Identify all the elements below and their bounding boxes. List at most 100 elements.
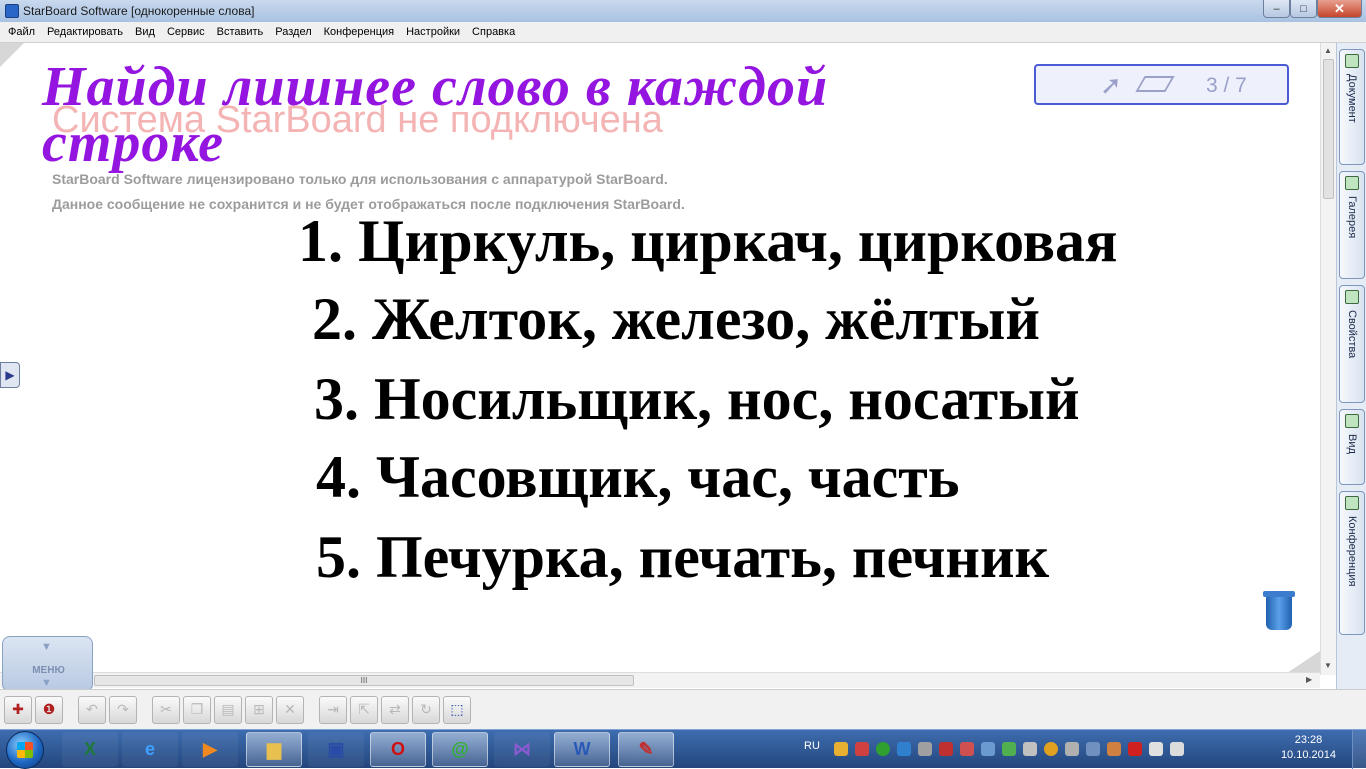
- word-line-4[interactable]: 4. Часовщик, час, часть: [316, 447, 960, 507]
- word-line-3[interactable]: 3. Носильщик, нос, носатый: [314, 369, 1080, 429]
- language-indicator[interactable]: RU: [804, 740, 820, 752]
- taskbar-word[interactable]: W: [554, 732, 610, 767]
- scroll-right-icon[interactable]: ▶: [1306, 675, 1312, 684]
- folder-tray-icon[interactable]: [1107, 742, 1121, 756]
- word-line-1[interactable]: 1. Циркуль, циркач, цирковая: [298, 211, 1118, 271]
- mail-agent-tray-icon[interactable]: [876, 742, 890, 756]
- flag-icon[interactable]: [960, 742, 974, 756]
- horizontal-scroll-thumb[interactable]: III: [94, 675, 634, 686]
- page-indicator[interactable]: ➚ 3 / 7: [1034, 64, 1289, 105]
- horizontal-scrollbar[interactable]: ◀ III ▶: [0, 672, 1320, 688]
- shield-icon[interactable]: [834, 742, 848, 756]
- sync-icon[interactable]: [981, 742, 995, 756]
- redo-button[interactable]: ↷: [109, 695, 137, 724]
- word-icon: W: [573, 739, 591, 759]
- starboard-icon: ✎: [638, 739, 654, 759]
- printer-icon[interactable]: [1086, 742, 1100, 756]
- scroll-up-icon[interactable]: ▲: [1324, 46, 1332, 55]
- tab-gallery[interactable]: Галерея: [1339, 171, 1365, 279]
- error-icon[interactable]: [939, 742, 953, 756]
- clock-date: 10.10.2014: [1280, 749, 1336, 761]
- slide-heading[interactable]: Найди лишнее слово в каждой строке: [42, 59, 942, 171]
- word-line-5[interactable]: 5. Печурка, печать, печник: [316, 527, 1049, 587]
- menu-file[interactable]: Файл: [8, 26, 35, 38]
- page-curl-top-left[interactable]: [0, 43, 24, 67]
- flip-icon: ⇄: [389, 701, 401, 717]
- rotate-icon: ↻: [420, 701, 432, 717]
- pdf-icon[interactable]: [1128, 742, 1142, 756]
- network-tray-icon[interactable]: [897, 742, 911, 756]
- duplicate-button[interactable]: ⊞: [245, 695, 273, 724]
- menu-button[interactable]: ▼ МЕНЮ ▼: [2, 636, 93, 692]
- flip-button[interactable]: ⇄: [381, 695, 409, 724]
- volume-icon[interactable]: [1023, 742, 1037, 756]
- maximize-button[interactable]: □: [1290, 0, 1317, 18]
- taskbar-excel[interactable]: X: [62, 732, 118, 767]
- tab-conference[interactable]: Конференция: [1339, 491, 1365, 635]
- tray-icons: [834, 742, 1191, 756]
- taskbar-mail-agent[interactable]: @: [432, 732, 488, 767]
- menu-section[interactable]: Раздел: [275, 26, 311, 38]
- scroll-down-icon[interactable]: ▼: [1324, 661, 1332, 670]
- rotate-button[interactable]: ↻: [412, 695, 440, 724]
- menu-tools[interactable]: Сервис: [167, 26, 205, 38]
- menu-insert[interactable]: Вставить: [217, 26, 264, 38]
- taskbar-media-player[interactable]: ▶: [182, 732, 238, 767]
- show-desktop-button[interactable]: [1352, 730, 1366, 769]
- menu-settings[interactable]: Настройки: [406, 26, 460, 38]
- move-back-icon: ⇱: [358, 701, 370, 717]
- taskbar-internet-explorer[interactable]: e: [122, 732, 178, 767]
- copy-page-button[interactable]: ❶: [35, 695, 63, 724]
- taskbar-starboard[interactable]: ✎: [618, 732, 674, 767]
- action-center-icon[interactable]: [1149, 742, 1163, 756]
- menu-conference[interactable]: Конференция: [324, 26, 394, 38]
- cut-button[interactable]: ✂: [152, 695, 180, 724]
- tab-properties-label: Свойства: [1346, 310, 1358, 359]
- tab-document[interactable]: Документ: [1339, 49, 1365, 165]
- vertical-scrollbar[interactable]: ▲ ▼: [1320, 43, 1336, 675]
- tab-view-label: Вид: [1346, 434, 1358, 454]
- select-area-button[interactable]: ⬚: [443, 695, 471, 724]
- menu-help[interactable]: Справка: [472, 26, 515, 38]
- tab-view[interactable]: Вид: [1339, 409, 1365, 485]
- menu-edit[interactable]: Редактировать: [47, 26, 123, 38]
- taskbar-opera[interactable]: O: [370, 732, 426, 767]
- close-button[interactable]: ✕: [1317, 0, 1362, 18]
- antivirus-icon[interactable]: [855, 742, 869, 756]
- expand-left-panel-button[interactable]: ▶: [0, 362, 20, 388]
- trash-icon[interactable]: [1263, 591, 1295, 630]
- signal-icon[interactable]: [1170, 742, 1184, 756]
- paste-button[interactable]: ▤: [214, 695, 242, 724]
- monitor-icon[interactable]: [918, 742, 932, 756]
- send-back-button[interactable]: ⇱: [350, 695, 378, 724]
- delete-button[interactable]: ✕: [276, 695, 304, 724]
- minimize-button[interactable]: –: [1263, 0, 1290, 18]
- usb-icon[interactable]: [1065, 742, 1079, 756]
- update-icon[interactable]: [1044, 742, 1058, 756]
- clock[interactable]: 23:28 10.10.2014: [1281, 733, 1336, 763]
- tab-properties[interactable]: Свойства: [1339, 285, 1365, 403]
- new-page-button[interactable]: ✚: [4, 695, 32, 724]
- whiteboard-canvas[interactable]: Система StarBoard не подключена StarBoar…: [0, 43, 1320, 675]
- tab-conference-label: Конференция: [1346, 516, 1358, 587]
- layer-icon[interactable]: [1135, 76, 1175, 92]
- conference-icon: [1345, 496, 1359, 510]
- taskbar-visual-studio[interactable]: ⋈: [494, 732, 550, 767]
- start-button[interactable]: [6, 731, 44, 769]
- redo-icon: ↷: [117, 701, 129, 717]
- vertical-scroll-thumb[interactable]: [1323, 59, 1334, 199]
- menu-view[interactable]: Вид: [135, 26, 155, 38]
- media-player-icon: ▶: [203, 739, 217, 759]
- side-panel: Документ Галерея Свойства Вид Конференци…: [1336, 43, 1366, 689]
- word-line-2[interactable]: 2. Желток, железо, жёлтый: [312, 289, 1040, 349]
- bring-front-button[interactable]: ⇥: [319, 695, 347, 724]
- undo-button[interactable]: ↶: [78, 695, 106, 724]
- copy-button[interactable]: ❐: [183, 695, 211, 724]
- taskbar-file-explorer[interactable]: ▆: [246, 732, 302, 767]
- move-front-icon: ⇥: [327, 701, 339, 717]
- check-icon[interactable]: [1002, 742, 1016, 756]
- taskbar-save[interactable]: ▣: [308, 732, 364, 767]
- chevron-down-icon: ▼: [41, 677, 52, 689]
- copy-page-icon: ❶: [42, 701, 56, 717]
- cursor-icon[interactable]: ➚: [1100, 72, 1122, 98]
